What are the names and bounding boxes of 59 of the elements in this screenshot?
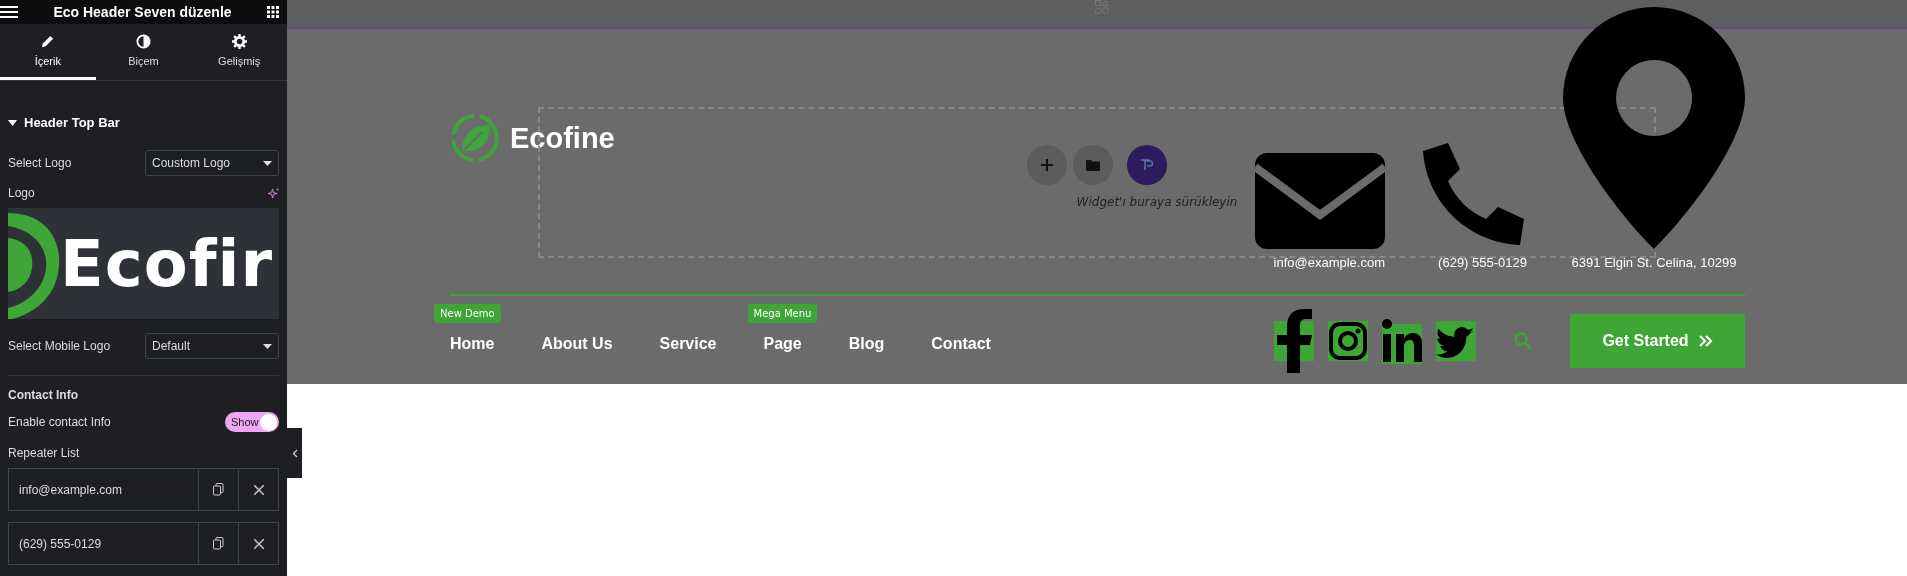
double-chevron-icon bbox=[1698, 335, 1713, 347]
panel-tab[interactable]: Gelişmiş bbox=[191, 24, 287, 80]
contact-text: 6391 Elgin St. Celina, 10299 bbox=[1571, 255, 1737, 270]
field-label: Select Logo bbox=[8, 156, 72, 170]
contact-text: info@example.com bbox=[1273, 255, 1385, 270]
envelope-icon bbox=[1255, 153, 1385, 249]
logo-select[interactable]: Coustom Logo bbox=[145, 150, 279, 176]
pencil-icon bbox=[40, 34, 56, 49]
chevron-left-icon bbox=[291, 448, 298, 458]
menu-badge: Mega Menu bbox=[747, 303, 818, 323]
apps-grid-icon[interactable] bbox=[267, 6, 279, 18]
mobile-logo-select[interactable]: Default bbox=[145, 333, 279, 359]
collapse-panel-button[interactable] bbox=[287, 428, 302, 478]
twitter-icon[interactable] bbox=[1436, 321, 1476, 361]
section-heading: Contact Info bbox=[8, 388, 79, 402]
menu-icon[interactable] bbox=[0, 6, 18, 18]
nav-link[interactable]: Service bbox=[659, 334, 717, 352]
show-toggle[interactable]: Show bbox=[225, 412, 279, 432]
linkedin-icon[interactable] bbox=[1382, 318, 1422, 364]
panel-tab[interactable]: İçerik bbox=[0, 24, 96, 80]
folder-button[interactable] bbox=[1073, 145, 1113, 185]
panel-tab[interactable]: Biçem bbox=[95, 24, 192, 80]
nav-link[interactable]: About Us bbox=[541, 334, 613, 352]
contact-text: (629) 555-0129 bbox=[1438, 255, 1527, 270]
logo-preview[interactable]: Ecofir bbox=[8, 208, 279, 319]
instagram-icon[interactable] bbox=[1328, 321, 1368, 361]
section-header[interactable]: Header Top Bar bbox=[8, 115, 279, 130]
plus-icon bbox=[1041, 159, 1053, 171]
logo-text: Ecofir bbox=[60, 226, 273, 301]
nav-link[interactable]: Page bbox=[763, 334, 802, 352]
add-button[interactable] bbox=[1027, 145, 1067, 185]
plugin-button[interactable] bbox=[1127, 145, 1167, 185]
contrast-icon bbox=[136, 34, 151, 49]
field-label: Select Mobile Logo bbox=[8, 339, 111, 353]
folder-icon bbox=[1086, 159, 1100, 171]
caret-icon bbox=[263, 160, 272, 166]
plugin-logo-icon bbox=[1140, 159, 1154, 171]
location-pin-icon bbox=[1563, 7, 1745, 249]
settings-icon bbox=[231, 34, 247, 49]
drop-hint: Widget'ı buraya sürükleyin bbox=[1076, 195, 1238, 209]
repeater-item[interactable]: info@example.com bbox=[8, 468, 279, 511]
caret-icon bbox=[263, 343, 272, 349]
nav-link[interactable]: Blog bbox=[848, 334, 885, 352]
leaf-logo-icon bbox=[450, 113, 500, 163]
close-icon bbox=[253, 484, 264, 495]
repeater-item[interactable]: (629) 555-0129 bbox=[8, 522, 279, 565]
panel-title: Eco Header Seven düzenle bbox=[53, 3, 232, 21]
close-icon bbox=[253, 538, 264, 549]
copy-icon bbox=[213, 483, 224, 496]
nav-link[interactable]: Home bbox=[450, 334, 495, 352]
field-label: Enable contact Info bbox=[8, 415, 111, 429]
field-label: Repeater List bbox=[8, 446, 81, 460]
nav-link[interactable]: Contact bbox=[931, 334, 991, 352]
sparkle-icon[interactable] bbox=[268, 187, 279, 199]
field-label: Logo bbox=[8, 186, 35, 200]
facebook-icon[interactable] bbox=[1274, 309, 1314, 373]
logo-text: Ecofine bbox=[510, 121, 615, 155]
menu-badge: New Demo bbox=[434, 303, 501, 323]
copy-icon bbox=[213, 537, 224, 550]
